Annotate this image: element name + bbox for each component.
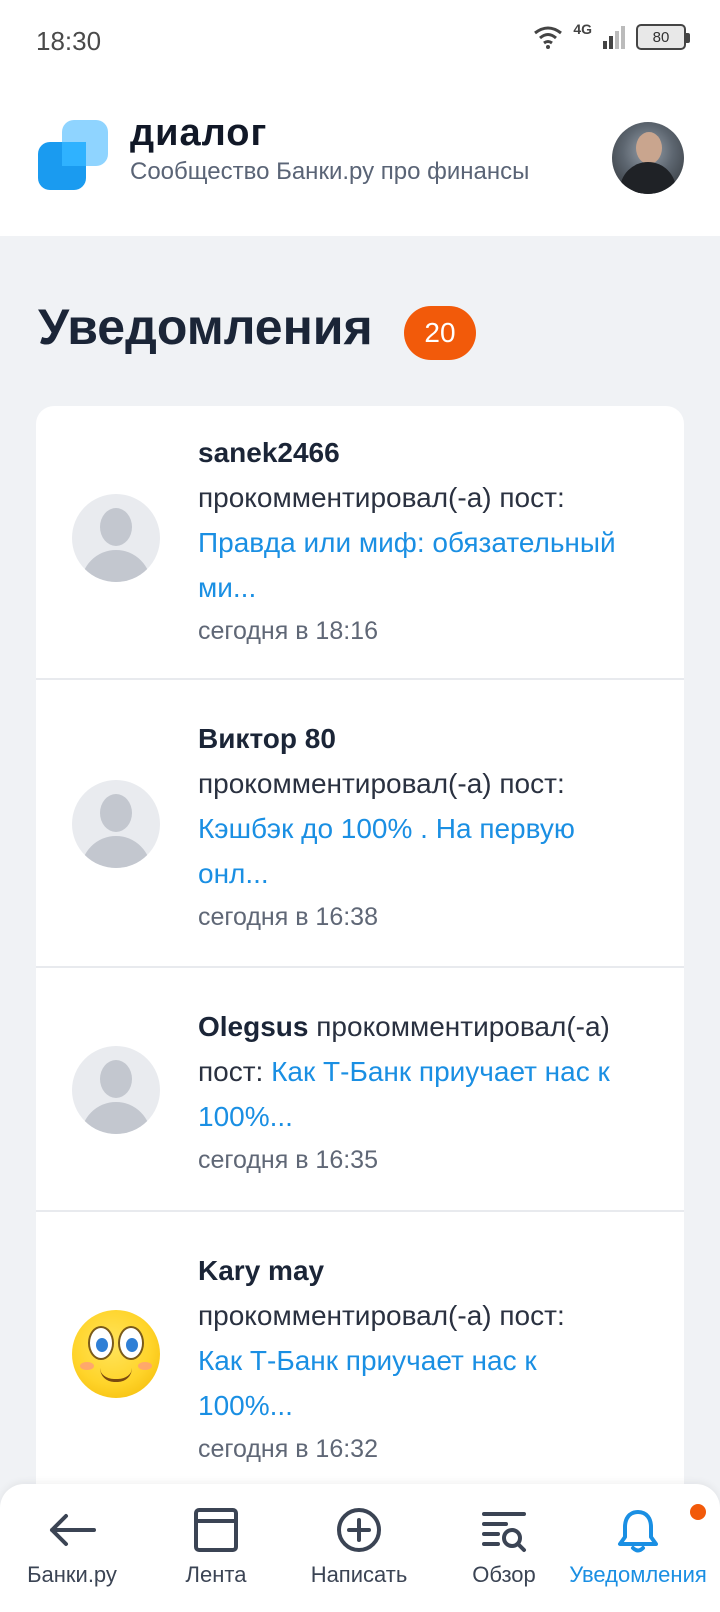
- brand-subtitle: Сообщество Банки.ру про финансы: [130, 158, 530, 185]
- nav-label: Написать: [310, 1562, 408, 1587]
- user-avatar[interactable]: [612, 122, 684, 194]
- nav-label: Лента: [185, 1562, 247, 1587]
- notification-item[interactable]: Olegsus прокомментировал(-а) пост: Как Т…: [36, 968, 684, 1212]
- nav-label: Обзор: [472, 1562, 536, 1587]
- nav-notifications[interactable]: Уведомления: [560, 1484, 716, 1612]
- nav-label: Банки.ру: [27, 1562, 117, 1587]
- timestamp: сегодня в 16:32: [198, 1435, 378, 1463]
- dialog-logo-icon[interactable]: [38, 120, 110, 192]
- timestamp: сегодня в 18:16: [198, 617, 378, 645]
- bell-icon: [618, 1510, 658, 1553]
- default-avatar-icon[interactable]: [72, 1046, 160, 1134]
- nav-feed[interactable]: Лента: [166, 1484, 266, 1612]
- post-link[interactable]: Правда или миф: обязательный ми...: [198, 527, 616, 603]
- author-name[interactable]: sanek2466: [198, 437, 340, 468]
- battery-icon: 80: [636, 24, 690, 50]
- overview-search-icon: [482, 1512, 526, 1552]
- author-name[interactable]: Kary may: [198, 1255, 324, 1286]
- nav-write[interactable]: Написать: [298, 1484, 420, 1612]
- wifi-icon: [534, 26, 563, 49]
- status-icons: 4G 80: [533, 21, 690, 50]
- post-link[interactable]: Как Т-Банк приучает нас к 100%...: [198, 1345, 537, 1421]
- arrow-left-icon: [50, 1514, 96, 1546]
- signal-icon: [603, 26, 625, 49]
- plus-circle-icon: [337, 1508, 381, 1552]
- nav-overview[interactable]: Обзор: [458, 1484, 550, 1612]
- author-name[interactable]: Olegsus: [198, 1011, 308, 1042]
- timestamp: сегодня в 16:35: [198, 1146, 378, 1174]
- nav-label: Уведомления: [569, 1562, 707, 1587]
- feed-icon: [194, 1508, 238, 1552]
- notification-item[interactable]: sanek2466 прокомментировал(-а) пост: Пра…: [36, 406, 684, 680]
- unread-dot: [690, 1504, 706, 1520]
- page-title: Уведомления: [38, 299, 373, 355]
- action-text: прокомментировал(-а) пост:: [198, 768, 565, 799]
- brand-title: диалог: [130, 112, 268, 154]
- battery-level: 80: [652, 28, 670, 46]
- notification-item[interactable]: Kary may прокомментировал(-а) пост: Как …: [36, 1212, 684, 1506]
- action-text: прокомментировал(-а) пост:: [198, 1300, 565, 1331]
- emoji-avatar-icon[interactable]: [72, 1310, 160, 1398]
- action-text: прокомментировал(-а) пост:: [198, 482, 565, 513]
- notification-count-badge: 20: [404, 306, 476, 360]
- network-type: 4G: [573, 21, 592, 37]
- bottom-navigation: Банки.ру Лента Написать Обзор Уведомлени…: [0, 1484, 720, 1612]
- post-link[interactable]: Кэшбэк до 100% . На первую онл...: [198, 813, 575, 889]
- nav-banki[interactable]: Банки.ру: [18, 1484, 126, 1612]
- author-name[interactable]: Виктор 80: [198, 723, 336, 754]
- default-avatar-icon[interactable]: [72, 780, 160, 868]
- status-time: 18:30: [36, 26, 102, 56]
- notification-item[interactable]: Виктор 80 прокомментировал(-а) пост: Кэш…: [36, 680, 684, 968]
- timestamp: сегодня в 16:38: [198, 903, 378, 931]
- notifications-list: sanek2466 прокомментировал(-а) пост: Пра…: [36, 406, 684, 1506]
- status-bar: 18:30 4G 80: [0, 0, 720, 84]
- default-avatar-icon[interactable]: [72, 494, 160, 582]
- app-header: диалог Сообщество Банки.ру про финансы: [0, 84, 720, 236]
